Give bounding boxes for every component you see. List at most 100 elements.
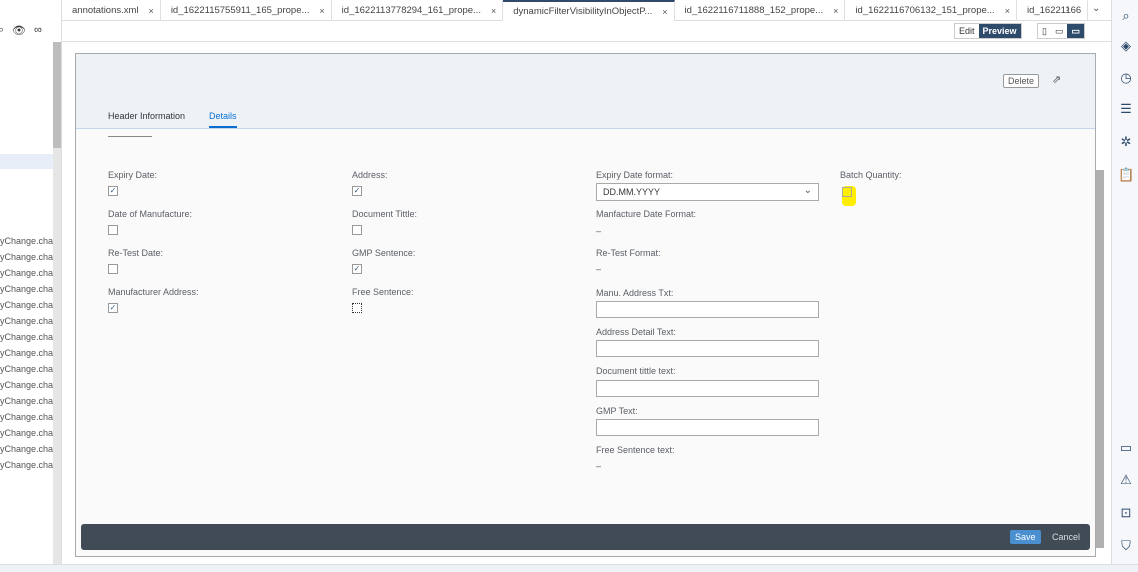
- field-label: Date of Manufacture:: [108, 209, 192, 219]
- document-title-input[interactable]: [596, 380, 819, 397]
- free-sentence-text-label: Free Sentence text:: [596, 445, 675, 455]
- explorer-panel: ⌕ 👁 ∞ tyChange.cha tyChange.cha tyChange.c…: [0, 0, 62, 564]
- phone-icon[interactable]: ▯: [1038, 24, 1051, 38]
- expiry-format-select[interactable]: DD.MM.YYYY ⌄: [596, 183, 819, 201]
- save-button[interactable]: Save: [1010, 530, 1041, 544]
- file-list-item[interactable]: tyChange.cha: [0, 300, 53, 310]
- gmp-text-input[interactable]: [596, 419, 819, 436]
- status-bar: [0, 564, 1138, 572]
- tab-label: id_1622115755911_165_prope...: [171, 5, 310, 16]
- field-checkbox[interactable]: [352, 303, 362, 313]
- close-icon[interactable]: ×: [491, 6, 496, 16]
- tab-label: id_1622113778294_161_prope...: [342, 5, 481, 16]
- file-list-item[interactable]: tyChange.cha: [0, 268, 53, 278]
- preview-scrollbar[interactable]: [1096, 170, 1104, 548]
- tablet-icon[interactable]: ▭: [1051, 24, 1068, 38]
- chevron-down-icon[interactable]: ⌄: [1092, 3, 1100, 14]
- file-list-item[interactable]: tyChange.cha: [0, 428, 53, 438]
- file-list-item[interactable]: tyChange.cha: [0, 380, 53, 390]
- editor-tabs: annotations.xml×id_1622115755911_165_pro…: [62, 0, 1111, 21]
- file-list-item[interactable]: tyChange.cha: [0, 348, 53, 358]
- tab-label: dynamicFilterVisibilityInObjectP...: [513, 6, 652, 17]
- close-icon[interactable]: ×: [662, 7, 667, 17]
- debug-icon[interactable]: ✲: [1118, 134, 1134, 150]
- selected-row[interactable]: [0, 154, 53, 169]
- field-checkbox[interactable]: [108, 264, 118, 274]
- file-list-item[interactable]: tyChange.cha: [0, 364, 53, 374]
- close-icon[interactable]: ×: [149, 6, 154, 16]
- batch-quantity-checkbox[interactable]: [842, 187, 852, 197]
- share-icon[interactable]: ⇗: [1052, 73, 1061, 86]
- edit-button[interactable]: Edit: [955, 24, 979, 38]
- file-list-item[interactable]: tyChange.cha: [0, 316, 53, 326]
- file-list-item[interactable]: tyChange.cha: [0, 236, 53, 246]
- file-list-item[interactable]: tyChange.cha: [0, 284, 53, 294]
- right-sidebar: ⌕ ◈ ◷ ☰ ✲ 📋 ▭ ⚠ ⊡ ⛉: [1111, 0, 1138, 564]
- preview-toolbar: Edit Preview ▯ ▭ ▭: [62, 21, 1111, 42]
- chevron-right-icon[interactable]: ›: [1066, 3, 1070, 15]
- warning-icon[interactable]: ⚠: [1118, 472, 1134, 488]
- tab-label: id_1622116706132_151_prope...: [855, 5, 994, 16]
- outline-icon[interactable]: ☰: [1118, 101, 1134, 117]
- file-list-item[interactable]: tyChange.cha: [0, 332, 53, 342]
- filter-icon[interactable]: ⌕: [0, 24, 4, 37]
- terminal-icon[interactable]: ▭: [1118, 440, 1134, 456]
- field-checkbox[interactable]: ✓: [352, 186, 362, 196]
- field-label: Address:: [352, 170, 388, 180]
- console-icon[interactable]: ⊡: [1118, 505, 1134, 521]
- retest-format-value: –: [596, 264, 601, 274]
- tab-2[interactable]: id_1622113778294_161_prope... ×: [332, 0, 504, 21]
- tab-3[interactable]: dynamicFilterVisibilityInObjectP... ×: [503, 0, 674, 21]
- field-checkbox[interactable]: ✓: [352, 264, 362, 274]
- tab-1[interactable]: id_1622115755911_165_prope... ×: [161, 0, 332, 21]
- preview-button[interactable]: Preview: [979, 24, 1021, 38]
- cancel-button[interactable]: Cancel: [1052, 532, 1080, 542]
- chevron-down-icon: ⌄: [804, 185, 812, 196]
- tab-6[interactable]: id_16221166: [1017, 0, 1088, 21]
- field-label: Free Sentence:: [352, 287, 414, 297]
- field-label: Document Tittle:: [352, 209, 417, 219]
- tab-4[interactable]: id_1622116711888_152_prope...×: [675, 0, 846, 21]
- close-icon[interactable]: ×: [833, 6, 838, 16]
- field-label: Expiry Date:: [108, 170, 157, 180]
- shield-icon[interactable]: ⛉: [1118, 538, 1134, 554]
- field-label: GMP Sentence:: [352, 248, 415, 258]
- file-list-item[interactable]: tyChange.cha: [0, 412, 53, 422]
- divider: [108, 136, 152, 137]
- tab-0[interactable]: annotations.xml ×: [62, 0, 161, 21]
- tab-header-information[interactable]: Header Information: [108, 111, 185, 121]
- git-icon[interactable]: ◈: [1118, 38, 1134, 54]
- footer-toolbar: Save Cancel: [81, 524, 1090, 550]
- field-checkbox[interactable]: ✓: [108, 186, 118, 196]
- file-list-item[interactable]: tyChange.cha: [0, 252, 53, 262]
- field-checkbox[interactable]: [108, 225, 118, 235]
- field-checkbox[interactable]: [352, 225, 362, 235]
- file-list-item[interactable]: tyChange.cha: [0, 444, 53, 454]
- manu-address-input[interactable]: [596, 301, 819, 318]
- tab-details[interactable]: Details: [209, 111, 237, 128]
- document-title-label: Document tittle text:: [596, 366, 676, 376]
- clipboard-icon[interactable]: 📋: [1118, 167, 1134, 183]
- search-icon[interactable]: ⌕: [1118, 8, 1134, 24]
- eye-icon[interactable]: 👁: [12, 24, 26, 37]
- tab-label: annotations.xml: [72, 5, 139, 16]
- tab-label: id_16221166: [1027, 5, 1081, 16]
- binoculars-icon[interactable]: ∞: [34, 24, 42, 36]
- desktop-icon[interactable]: ▭: [1067, 24, 1084, 38]
- close-icon[interactable]: ×: [1005, 6, 1010, 16]
- address-detail-input[interactable]: [596, 340, 819, 357]
- expiry-format-value: DD.MM.YYYY: [603, 187, 660, 197]
- tab-5[interactable]: id_1622116706132_151_prope... ×: [845, 0, 1017, 21]
- delete-button[interactable]: Delete: [1003, 74, 1039, 88]
- close-icon[interactable]: ×: [319, 6, 324, 16]
- expiry-format-label: Expiry Date format:: [596, 170, 673, 180]
- retest-format-label: Re-Test Format:: [596, 248, 661, 258]
- mfg-format-label: Manfacture Date Format:: [596, 209, 696, 219]
- clock-icon[interactable]: ◷: [1118, 70, 1134, 86]
- manu-address-label: Manu. Address Txt:: [596, 288, 673, 298]
- file-list-item[interactable]: tyChange.cha: [0, 396, 53, 406]
- mode-toggle: Edit Preview: [954, 23, 1022, 39]
- field-checkbox[interactable]: ✓: [108, 303, 118, 313]
- explorer-scrollbar[interactable]: [53, 42, 61, 564]
- file-list-item[interactable]: tyChange.cha: [0, 460, 53, 470]
